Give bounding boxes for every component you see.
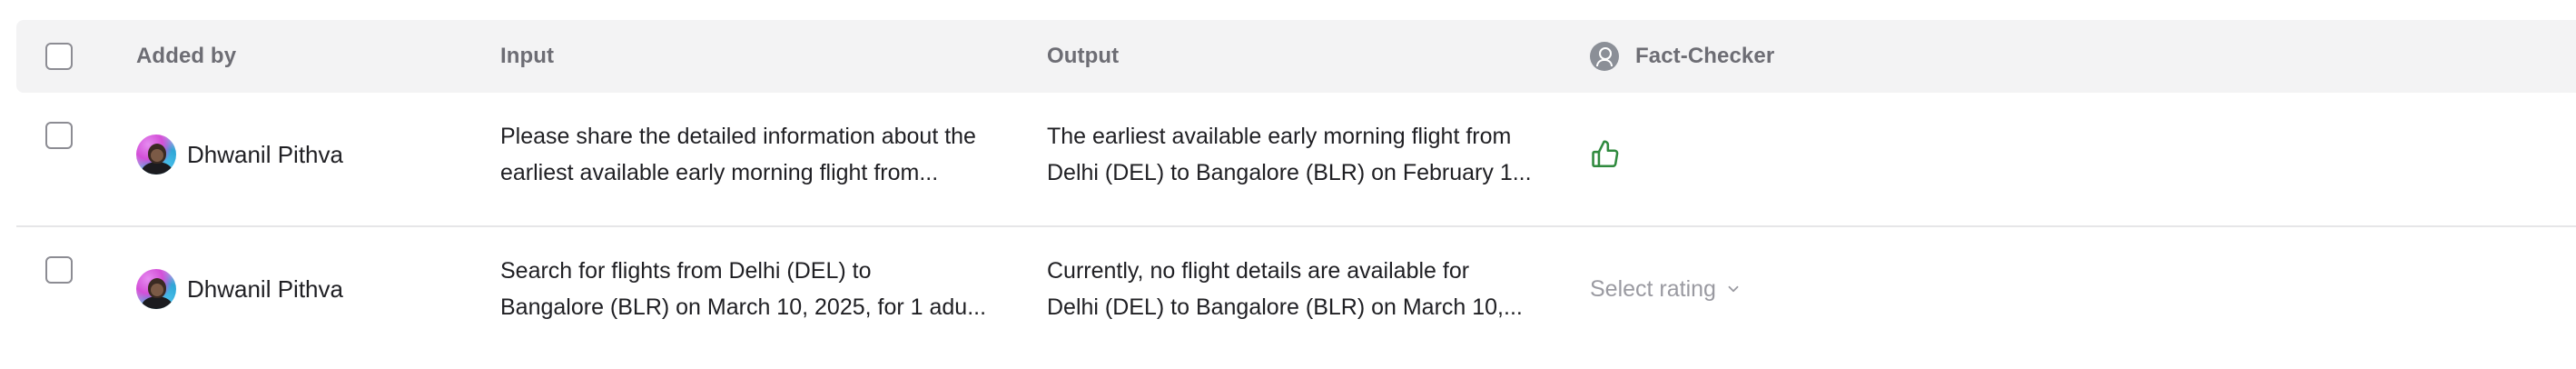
table-row[interactable]: Dhwanil Pithva Search for flights from D… (16, 227, 2576, 360)
column-header-added-by[interactable]: Added by (136, 44, 236, 69)
user-name: Dhwanil Pithva (187, 140, 343, 168)
row-checkbox[interactable] (45, 122, 73, 149)
chevron-down-icon[interactable] (1725, 281, 1742, 297)
table-row[interactable]: Dhwanil Pithva Please share the detailed… (16, 93, 2576, 227)
select-rating-dropdown[interactable]: Select rating (1590, 227, 1742, 351)
avatar (136, 135, 176, 175)
input-text[interactable]: Search for flights from Delhi (DEL) to B… (500, 253, 991, 325)
avatar (136, 269, 176, 309)
column-header-fact-checker[interactable]: Fact-Checker (1635, 44, 1774, 69)
column-header-output[interactable]: Output (1047, 44, 1119, 69)
row-checkbox[interactable] (45, 256, 73, 284)
input-text[interactable]: Please share the detailed information ab… (500, 118, 991, 191)
select-all-checkbox[interactable] (45, 43, 73, 70)
user-name: Dhwanil Pithva (187, 274, 343, 303)
thumbs-up-icon[interactable] (1590, 139, 1621, 170)
fact-checker-user-icon (1590, 42, 1619, 71)
results-table: Added by Input Output Fact-Checker Dhwan… (16, 20, 2576, 360)
column-header-input[interactable]: Input (500, 44, 554, 69)
output-text[interactable]: Currently, no flight details are availab… (1047, 253, 1537, 325)
output-text[interactable]: The earliest available early morning fli… (1047, 118, 1537, 191)
table-header: Added by Input Output Fact-Checker (16, 20, 2576, 93)
select-rating-label[interactable]: Select rating (1590, 276, 1716, 303)
